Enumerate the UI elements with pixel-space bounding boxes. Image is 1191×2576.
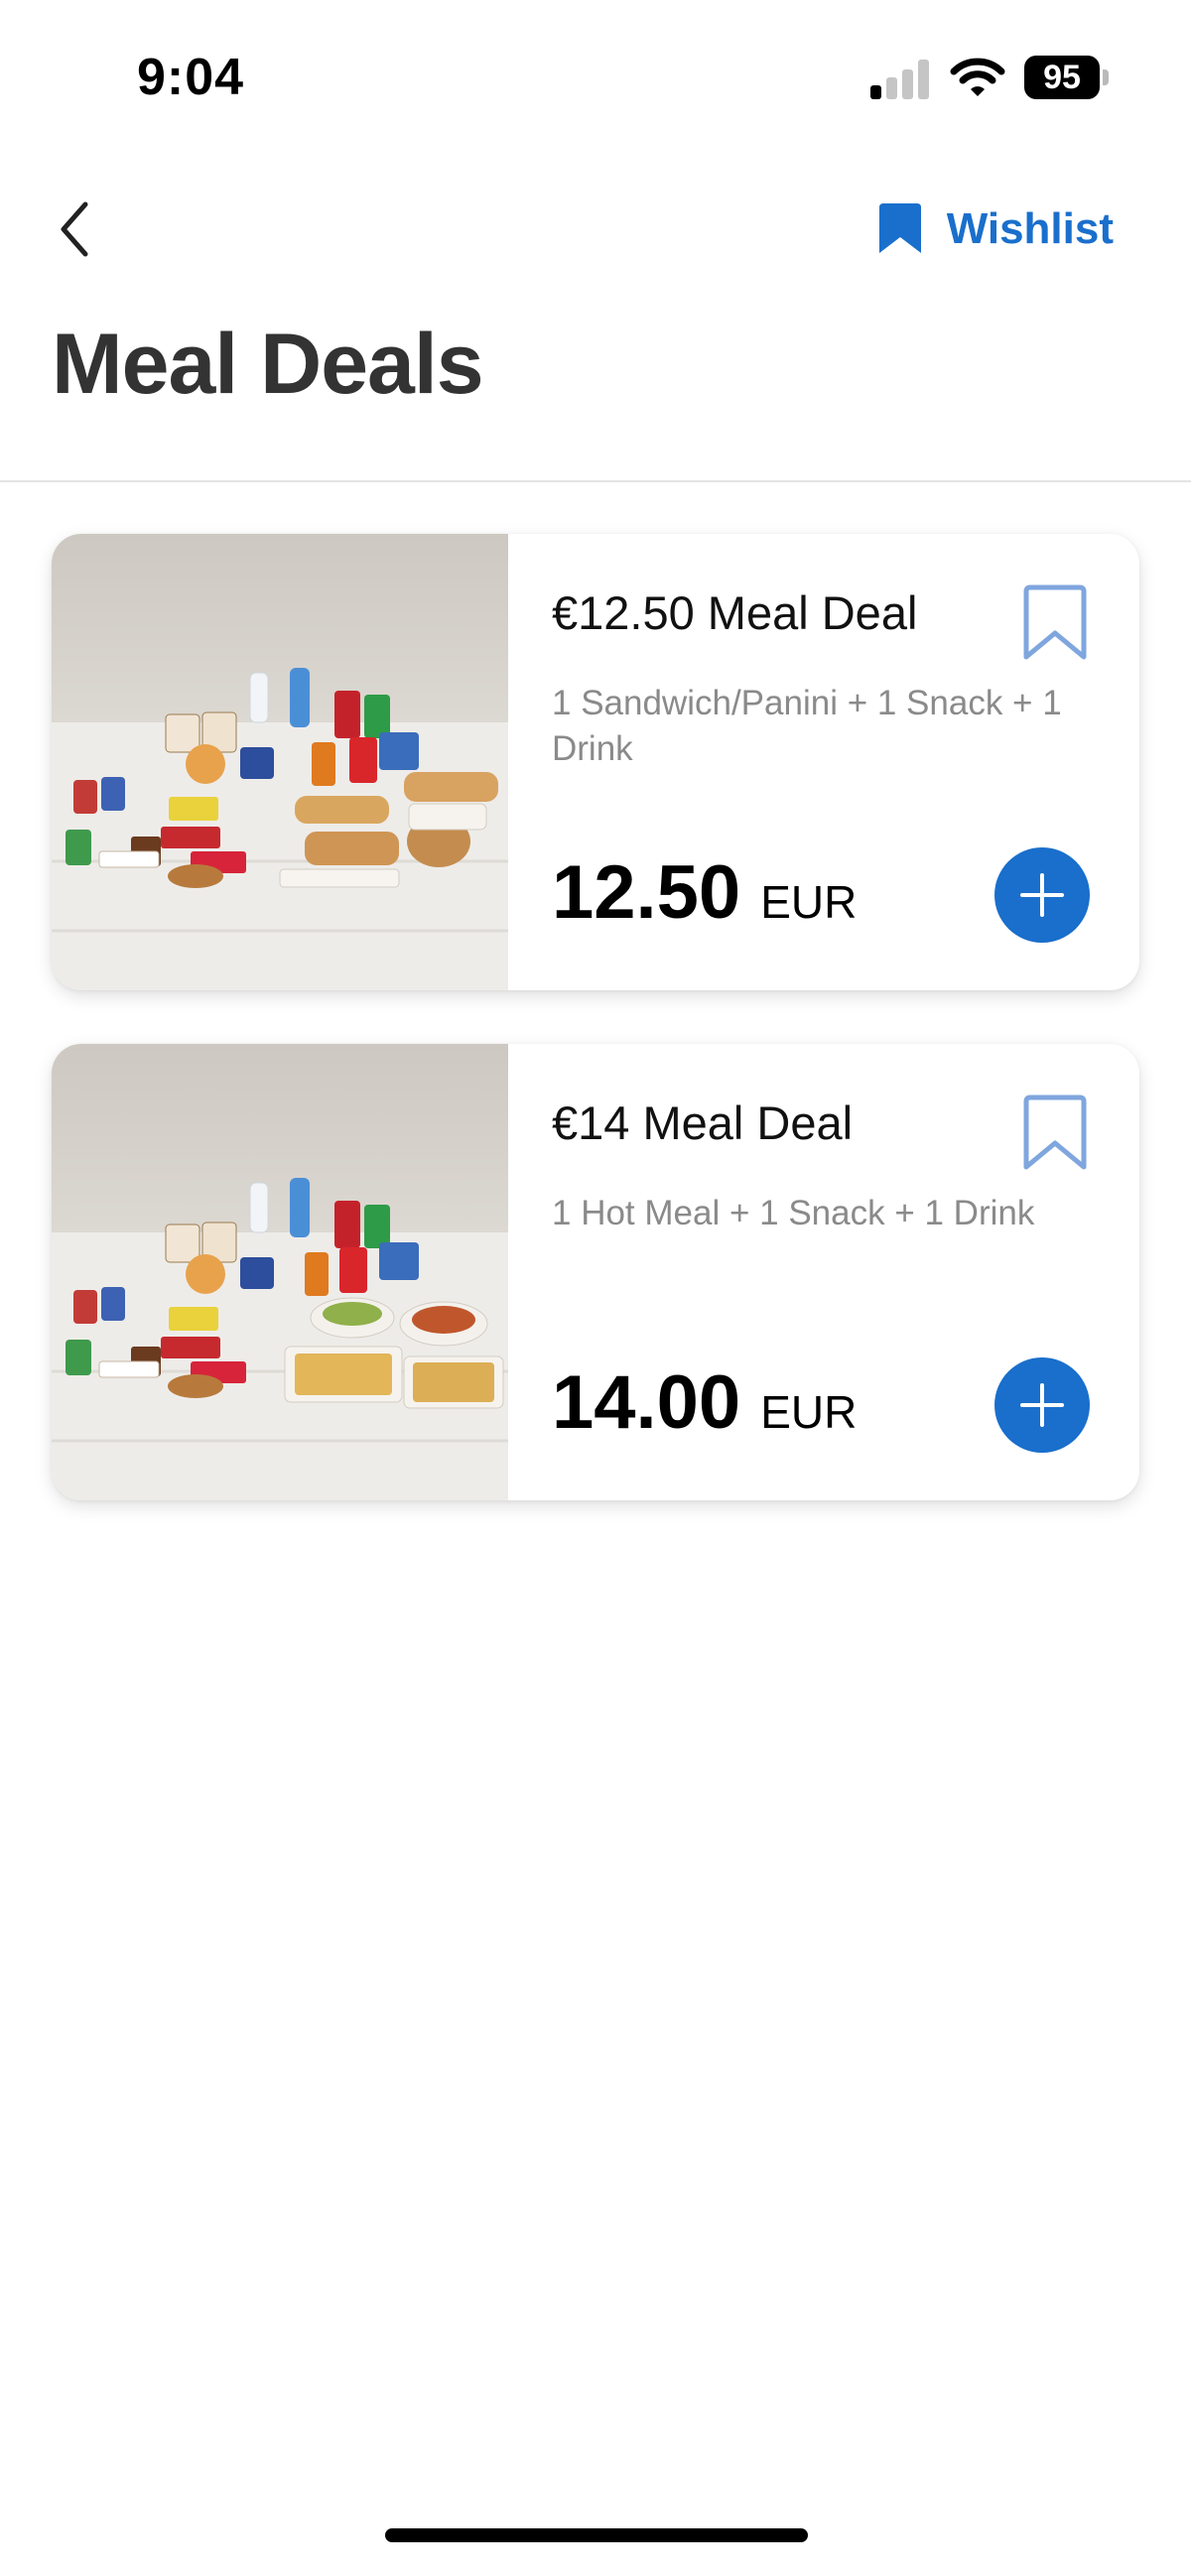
bookmark-button[interactable] [1020,583,1090,663]
plus-icon [1020,873,1064,917]
plus-icon [1020,1383,1064,1427]
meal-deal-card[interactable]: €14 Meal Deal 1 Hot Meal + 1 Snack + 1 D… [52,1044,1139,1500]
meal-deal-card[interactable]: €12.50 Meal Deal 1 Sandwich/Panini + 1 S… [52,534,1139,990]
home-indicator[interactable] [385,2528,808,2542]
price-row: 12.50 EUR [552,849,857,936]
deal-description: 1 Sandwich/Panini + 1 Snack + 1 Drink [552,684,1062,768]
header-divider [0,480,1191,482]
status-bar: 9:04 95 [0,0,1191,159]
bookmark-filled-icon [878,203,921,253]
deal-description: 1 Hot Meal + 1 Snack + 1 Drink [552,1194,1035,1232]
wifi-icon [950,58,1005,96]
bookmark-outline-icon [1023,584,1087,660]
deal-title: €12.50 Meal Deal [552,586,918,639]
price-row: 14.00 EUR [552,1359,857,1446]
price-value: 12.50 [552,850,741,935]
add-to-cart-button[interactable] [994,1357,1090,1453]
price-currency: EUR [760,876,858,928]
bookmark-outline-icon [1023,1095,1087,1170]
battery-icon: 95 [1024,56,1110,99]
cellular-signal-icon [870,60,932,99]
add-to-cart-button[interactable] [994,847,1090,943]
price-value: 14.00 [552,1360,741,1445]
page-title: Meal Deals [52,317,484,412]
meal-deal-image [52,1044,508,1500]
bookmark-button[interactable] [1020,1094,1090,1173]
deal-title: €14 Meal Deal [552,1096,854,1149]
back-button[interactable] [52,194,107,264]
status-time: 9:04 [137,49,245,106]
wishlist-button[interactable]: Wishlist [877,198,1114,260]
meal-deal-image [52,534,508,990]
chevron-left-icon [61,201,88,257]
price-currency: EUR [760,1386,858,1438]
battery-level: 95 [1024,56,1100,99]
wishlist-label: Wishlist [946,204,1114,253]
